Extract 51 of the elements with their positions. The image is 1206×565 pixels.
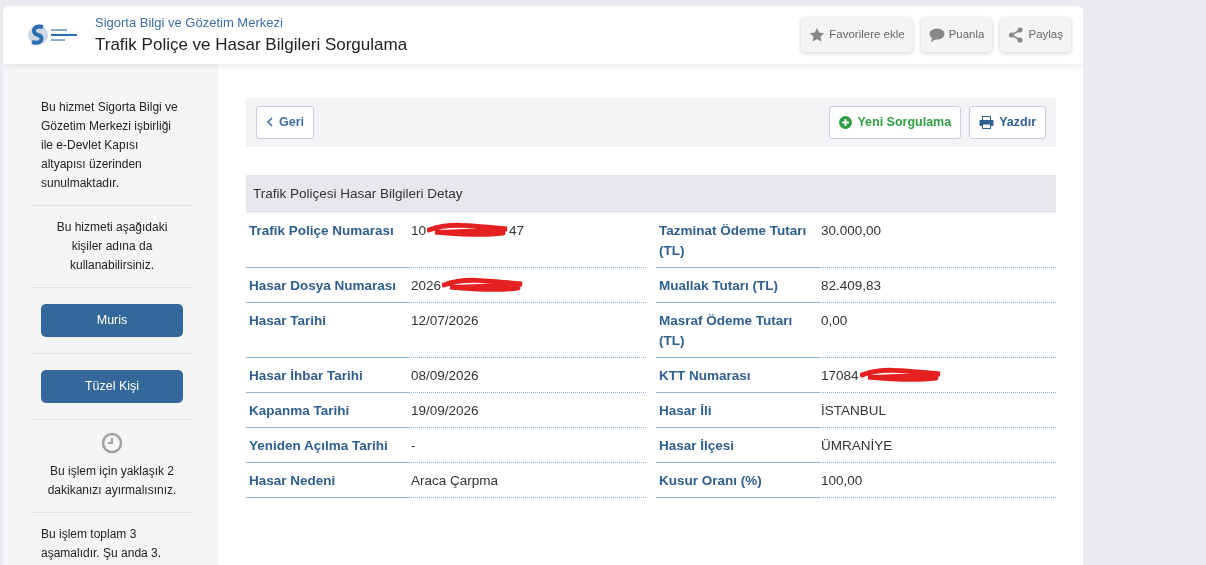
agency-name: Sigorta Bilgi ve Gözetim Merkezi	[95, 13, 284, 32]
field-value: 12/07/2026	[411, 312, 479, 330]
sidebar-button[interactable]: Tüzel Kişi	[41, 370, 183, 403]
field-value: İSTANBUL	[821, 402, 886, 420]
field-label: Masraf Ödeme Tutarı (TL)	[656, 311, 818, 358]
section-header: Trafik Poliçesi Hasar Bilgileri Detay	[246, 174, 1056, 213]
speech-bubble-icon	[928, 27, 945, 43]
field-value: 82.409,83	[821, 277, 882, 295]
clock-icon	[101, 432, 123, 454]
field-label: Hasar Nedeni	[246, 471, 408, 498]
field-value: 0,00	[821, 312, 848, 330]
sidebar-text: Bu hizmet Sigorta Bilgi ve Gözetim Merkezi işbirliği ile e-Devlet Kapısı altyapısı üzerinden sunulmaktadır.	[41, 99, 179, 192]
field-label: KTT Numarası	[656, 366, 818, 393]
header-action-button[interactable]: Favorilere ekle	[801, 18, 913, 52]
field-label: Kapanma Tarihi	[246, 401, 408, 428]
header-action-button[interactable]: Paylaş	[1000, 18, 1071, 52]
field-label: Hasar Tarihi	[246, 311, 408, 358]
field-label: Hasar Dosya Numarası	[246, 276, 408, 303]
back-button[interactable]: Geri	[256, 106, 314, 139]
sidebar-text: Bu hizmeti aşağıdaki kişiler adına da kullanabilirsiniz.	[55, 219, 169, 274]
field-label: Hasar İli	[656, 401, 818, 428]
field-value: 17084	[821, 367, 859, 385]
field-label: Hasar İlçesi	[656, 436, 818, 463]
field-value: 30.000,00	[821, 222, 882, 240]
print-button[interactable]: Yazdır	[969, 106, 1046, 139]
printer-icon	[979, 115, 995, 129]
field-value: 10	[411, 222, 427, 240]
sidebar-text: Bu işlem toplam 3 aşamalıdır. Şu anda 3.	[41, 526, 163, 562]
field-value: 100,00	[821, 472, 863, 490]
field-value: 47	[509, 222, 525, 240]
header-action-button[interactable]: Puanla	[920, 18, 993, 52]
field-label: Muallak Tutarı (TL)	[656, 276, 818, 303]
new-query-button[interactable]: Yeni Sorgulama	[829, 106, 962, 139]
field-value: 2026	[411, 277, 442, 295]
field-value: ÜMRANİYE	[821, 437, 893, 455]
plus-circle-icon	[839, 115, 853, 129]
chevron-left-icon	[266, 117, 274, 128]
field-value: 08/09/2026	[411, 367, 479, 385]
field-label: Yeniden Açılma Tarihi	[246, 436, 408, 463]
field-label: Tazminat Ödeme Tutarı (TL)	[656, 221, 818, 268]
field-label: Hasar İhbar Tarihi	[246, 366, 408, 393]
share-icon	[1008, 27, 1025, 43]
field-label: Trafik Poliçe Numarası	[246, 221, 408, 268]
field-value: -	[411, 437, 416, 455]
page-title: Trafik Poliçe ve Hasar Bilgileri Sorgulama	[95, 34, 408, 56]
sidebar-text: Bu işlem için yaklaşık 2 dakikanızı ayırmalısınız.	[46, 463, 178, 499]
sidebar-button[interactable]: Muris	[41, 304, 183, 337]
field-value: Araca Çarpma	[411, 472, 499, 490]
star-icon	[809, 27, 826, 43]
field-value: 19/09/2026	[411, 402, 479, 420]
field-label: Kusur Oranı (%)	[656, 471, 818, 498]
